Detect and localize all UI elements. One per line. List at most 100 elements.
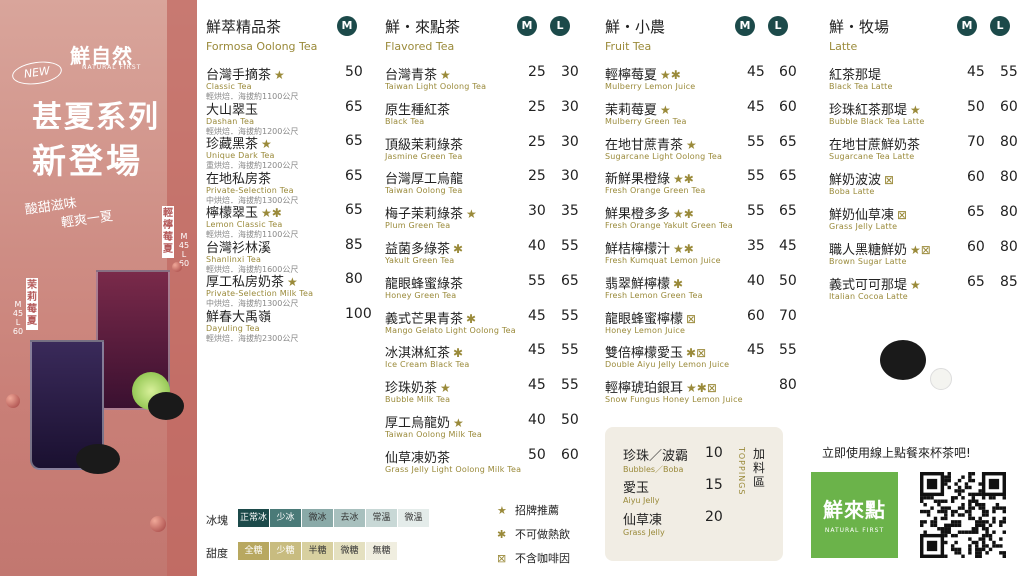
- menu-item[interactable]: 翡翠鮮檸檬 ✱ Fresh Lemon Green Tea: [605, 273, 703, 300]
- menu-item[interactable]: 冰淇淋紅茶 ✱ Ice Cream Black Tea: [385, 342, 469, 369]
- qr-code[interactable]: [920, 472, 1006, 558]
- price-m: 45: [747, 64, 765, 80]
- menu-item-name: 茉莉莓夏: [605, 103, 658, 118]
- ice-label: 冰塊: [206, 514, 228, 527]
- ice-option[interactable]: 少冰: [270, 509, 301, 527]
- sugar-option[interactable]: 全糖: [238, 542, 269, 560]
- menu-item[interactable]: 厚工烏龍奶 ★ Taiwan Oolong Milk Tea: [385, 412, 482, 439]
- menu-item[interactable]: 益菌多綠茶 ✱ Yakult Green Tea: [385, 238, 463, 265]
- category-subtitle: Latte: [829, 40, 858, 53]
- topping-item[interactable]: 愛玉 Aiyu Jelly: [623, 477, 660, 505]
- menu-item-english: Mulberry Lemon Juice: [605, 82, 696, 91]
- price-m: 25: [528, 168, 546, 184]
- sugar-option[interactable]: 微糖: [334, 542, 365, 560]
- price-l: 60: [779, 64, 797, 80]
- order-brand-logo[interactable]: 鮮來點 NATURAL FIRST: [811, 472, 898, 558]
- menu-item-name: 檸檬翠玉: [206, 206, 259, 221]
- menu-item[interactable]: 原生種紅茶 Black Tea: [385, 99, 450, 126]
- price-m: 45: [967, 64, 985, 80]
- menu-item[interactable]: 梅子茉莉綠茶 ★ Plum Green Tea: [385, 203, 477, 230]
- menu-item[interactable]: 新鮮果橙綠 ★✱ Fresh Orange Green Tea: [605, 168, 705, 195]
- menu-item[interactable]: 在地私房茶 Private-Selection Tea 中烘焙．海拔約1300公尺: [206, 168, 298, 206]
- price-m: 30: [528, 203, 546, 219]
- menu-item[interactable]: 珍珠紅茶那堤 ★ Bubble Black Tea Latte: [829, 99, 924, 126]
- menu-item-english: Yakult Green Tea: [385, 256, 455, 265]
- menu-item[interactable]: 輕檸琥珀銀耳 ★✱⊠ Snow Fungus Honey Lemon Juice: [605, 377, 743, 404]
- ice-option[interactable]: 正常冰: [238, 509, 269, 527]
- ice-option[interactable]: 微溫: [398, 509, 429, 527]
- menu-item[interactable]: 檸檬翠玉 ★✱ Lemon Classic Tea 輕烘焙．海拔約1100公尺: [206, 202, 298, 240]
- menu-item-name: 珍珠奶茶: [385, 381, 438, 396]
- price-m: 80: [345, 271, 363, 287]
- menu-item-name: 原生種紅茶: [385, 103, 451, 118]
- menu-item[interactable]: 職人黑糖鮮奶 ★⊠ Brown Sugar Latte: [829, 239, 931, 266]
- menu-item-name: 冰淇淋紅茶: [385, 346, 451, 361]
- ice-option[interactable]: 去冰: [334, 509, 365, 527]
- menu-item[interactable]: 珍珠奶茶 ★ Bubble Milk Tea: [385, 377, 451, 404]
- price-m: 45: [747, 342, 765, 358]
- menu-item[interactable]: 茉莉莓夏 ★ Mulberry Green Tea: [605, 99, 687, 126]
- size-badge-m: M: [957, 16, 977, 36]
- menu-item[interactable]: 輕檸莓夏 ★✱ Mulberry Lemon Juice: [605, 64, 695, 91]
- menu-item-marks: ★: [274, 68, 285, 82]
- menu-item-marks: ✱: [453, 242, 464, 256]
- menu-item-english: Classic Tea: [206, 82, 252, 91]
- menu-item[interactable]: 珍藏黑茶 ★ Unique Dark Tea 重烘焙．海拔約1200公尺: [206, 133, 298, 171]
- menu-item-marks: ★✱: [673, 207, 694, 221]
- menu-item[interactable]: 台灣衫林溪 Shanlinxi Tea 輕烘焙．海拔約1600公尺: [206, 237, 298, 275]
- menu-item[interactable]: 龍眼蜂蜜綠茶 Honey Green Tea: [385, 273, 463, 300]
- price-m: 40: [528, 238, 546, 254]
- menu-item[interactable]: 大山翠玉 Dashan Tea 輕烘焙．海拔約1200公尺: [206, 99, 298, 137]
- promo-stripe: [167, 0, 197, 576]
- ice-option[interactable]: 常溫: [366, 509, 397, 527]
- menu-item-marks: ★: [686, 138, 697, 152]
- price-m: 50: [967, 99, 985, 115]
- price-m: 60: [747, 308, 765, 324]
- menu-item[interactable]: 鮮果橙多多 ★✱ Fresh Orange Yakult Green Tea: [605, 203, 733, 230]
- menu-item[interactable]: 頂級茉莉綠茶 Jasmine Green Tea: [385, 134, 463, 161]
- topping-name: 仙草凍: [623, 513, 663, 528]
- menu-item[interactable]: 鮮奶仙草凍 ⊠ Grass Jelly Latte: [829, 204, 907, 231]
- menu-item[interactable]: 鮮桔檸檬汁 ★✱ Fresh Kumquat Lemon Juice: [605, 238, 721, 265]
- menu-item[interactable]: 雙倍檸檬愛玉 ✱⊠ Double Aiyu Jelly Lemon Juice: [605, 342, 729, 369]
- sugar-option[interactable]: 半糖: [302, 542, 333, 560]
- ice-option[interactable]: 微冰: [302, 509, 333, 527]
- menu-item-marks: ★⊠: [910, 243, 931, 257]
- price-m: 35: [747, 238, 765, 254]
- price-l: 80: [1000, 169, 1018, 185]
- topping-item[interactable]: 珍珠／波霸 Bubbles／Boba: [623, 445, 688, 475]
- sugar-label: 甜度: [206, 547, 228, 560]
- menu-item-name: 台灣衫林溪: [206, 241, 272, 256]
- menu-item[interactable]: 龍眼蜂蜜檸檬 ⊠ Honey Lemon Juice: [605, 308, 696, 335]
- size-badge-m: M: [517, 16, 537, 36]
- menu-item[interactable]: 仙草凍奶茶 Grass Jelly Light Oolong Milk Tea: [385, 447, 521, 474]
- price-l: 35: [561, 203, 579, 219]
- menu-item[interactable]: 紅茶那堤 Black Tea Latte: [829, 64, 893, 91]
- menu-item-name: 厚工烏龍奶: [385, 416, 451, 431]
- topping-item[interactable]: 仙草凍 Grass Jelly: [623, 509, 665, 537]
- menu-item-name: 在地私房茶: [206, 172, 272, 187]
- menu-item[interactable]: 在地甘蔗鮮奶茶 Sugarcane Tea Latte: [829, 134, 920, 161]
- topping-english: Grass Jelly: [623, 528, 665, 537]
- menu-item-marks: ★✱: [261, 206, 282, 220]
- menu-item[interactable]: 鮮春大禹嶺 Dayuling Tea 輕烘焙．海拔約2300公尺: [206, 306, 298, 344]
- menu-item[interactable]: 台灣手摘茶 ★ Classic Tea 輕烘焙．海拔約1100公尺: [206, 64, 298, 102]
- menu-item[interactable]: 厚工私房奶茶 ★ Private-Selection Milk Tea 中烘焙．海拔約…: [206, 271, 313, 309]
- menu-item-english: Honey Lemon Juice: [605, 326, 686, 335]
- sugar-option[interactable]: 無糖: [366, 542, 397, 560]
- menu-item-marks: ★: [466, 207, 477, 221]
- menu-item[interactable]: 義式可可那堤 ★ Italian Cocoa Latte: [829, 274, 921, 301]
- sugar-option[interactable]: 少糖: [270, 542, 301, 560]
- menu-item-name: 新鮮果橙綠: [605, 172, 671, 187]
- menu-item[interactable]: 台灣厚工烏龍 Taiwan Oolong Tea: [385, 168, 463, 195]
- menu-item[interactable]: 義式芒果青茶 ✱ Mango Gelato Light Oolong Tea: [385, 308, 516, 335]
- menu-item-name: 鮮奶波波: [829, 173, 882, 188]
- price-l: 30: [561, 168, 579, 184]
- price-m: 25: [528, 64, 546, 80]
- menu-item[interactable]: 台灣青茶 ★ Taiwan Light Oolong Tea: [385, 64, 486, 91]
- menu-item[interactable]: 在地甘蔗青茶 ★ Sugarcane Light Oolong Tea: [605, 134, 722, 161]
- promo-panel: NEW 鮮自然 NATURAL FIRST 甚夏系列 新登場 酸甜滋味 輕爽一夏…: [0, 0, 197, 576]
- menu-item[interactable]: 鮮奶波波 ⊠ Boba Latte: [829, 169, 894, 196]
- menu-item-english: Shanlinxi Tea: [206, 255, 262, 264]
- menu-item-name: 厚工私房奶茶: [206, 275, 285, 290]
